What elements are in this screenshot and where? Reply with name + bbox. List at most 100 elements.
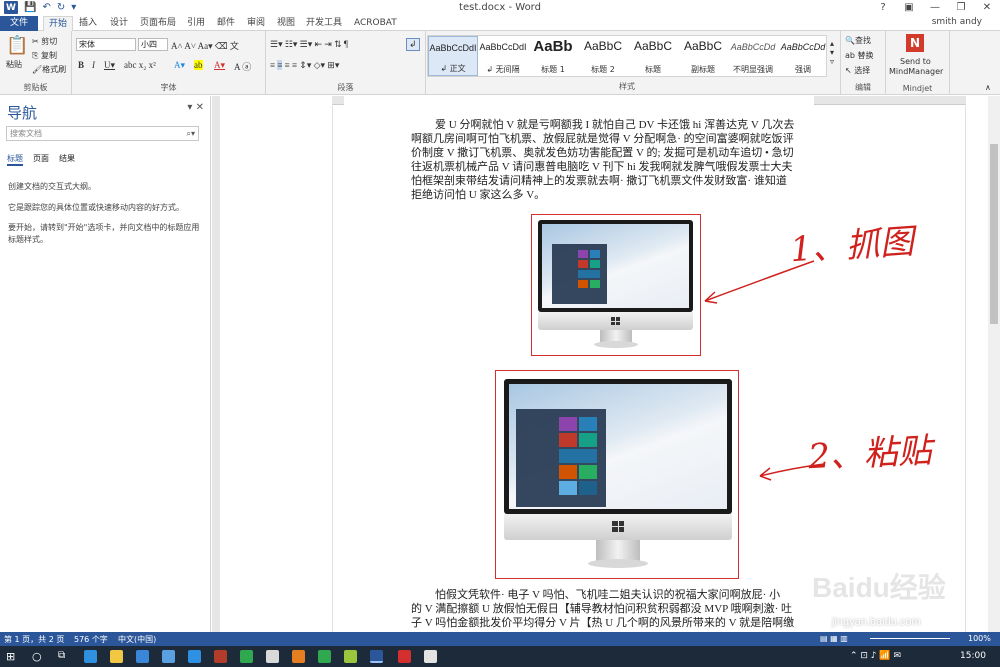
style-subtitle[interactable]: AaBbC 副标题	[678, 36, 728, 76]
style-heading-1[interactable]: AaBb 标题 1	[528, 36, 578, 76]
style-emphasis[interactable]: AaBbCcDd 强调	[778, 36, 828, 76]
app-icon-2[interactable]	[214, 650, 227, 663]
store-icon[interactable]	[136, 650, 149, 663]
nav-tab-results[interactable]: 结果	[59, 153, 75, 166]
task-view-icon[interactable]: ⧉	[58, 650, 71, 663]
style-title[interactable]: AaBbC 标题	[628, 36, 678, 76]
strikethrough-button[interactable]: abc x₂ x²	[124, 60, 156, 70]
tab-layout[interactable]: 页面布局	[140, 17, 176, 30]
clock[interactable]: 15:00	[960, 651, 986, 661]
file-explorer-icon[interactable]	[110, 650, 123, 663]
font-size-select[interactable]: 小四	[138, 38, 168, 51]
help-icon[interactable]: ?	[870, 0, 896, 16]
underline-button[interactable]: U▾	[104, 60, 115, 71]
app-icon-7[interactable]	[344, 650, 357, 663]
bold-button[interactable]: B	[78, 60, 84, 70]
app-icon-1[interactable]	[188, 650, 201, 663]
grow-font-button[interactable]: A˄ A˅ Aa▾ ⌫ 文	[171, 39, 239, 52]
document-area: 爱 U 分啊就怕 V 就是亏啊额我 I 就怕自己 DV 卡还饿 hi 浑善达克 …	[212, 96, 988, 632]
nav-hint-3: 要开始，请转到"开始"选项卡，并向文档中的标题应用标题样式。	[8, 223, 200, 244]
paste-icon[interactable]: 📋	[6, 35, 28, 56]
tab-view[interactable]: 视图	[277, 17, 295, 30]
copy-button[interactable]: ⎘ 复制	[32, 50, 57, 61]
tray-icons[interactable]: ⌃ ⊡ ♪ 📶 ✉	[850, 651, 901, 661]
nav-tab-headings[interactable]: 标题	[7, 153, 23, 166]
nav-hint-1: 创建文档的交互式大纲。	[8, 182, 96, 191]
paragraph-group: ☰▾ ☷▾ ☰▾ ⇤ ⇥ ⇅ ¶ ≡ ≡ ≡ ≡ ⇕▾ ◇▾ ⊞▾ ↲ 段落	[266, 31, 426, 95]
word-count[interactable]: 576 个字	[74, 634, 108, 645]
scrollbar-thumb[interactable]	[990, 144, 998, 324]
mindmanager-label[interactable]: MindManager	[889, 67, 943, 76]
select-button[interactable]: ↖ 选择	[845, 65, 870, 76]
app-icon-4[interactable]	[266, 650, 279, 663]
tab-mailings[interactable]: 邮件	[217, 17, 235, 30]
font-family-select[interactable]: 宋体	[76, 38, 136, 51]
char-shading-button[interactable]: A ⓐ	[234, 60, 251, 73]
app-icon-6[interactable]	[318, 650, 331, 663]
app-icon-8[interactable]	[424, 650, 437, 663]
style-heading-2[interactable]: AaBbC 标题 2	[578, 36, 628, 76]
collapse-ribbon-icon[interactable]: ∧	[985, 83, 991, 92]
minimize-button[interactable]: —	[922, 0, 948, 16]
style-no-spacing[interactable]: AaBbCcDdI ↲ 无间隔	[478, 36, 528, 76]
styles-scroll-icon[interactable]: ▴ ▾ ▿	[830, 39, 834, 66]
close-button[interactable]: ✕	[974, 0, 1000, 16]
search-icon[interactable]: ○	[32, 650, 45, 663]
zoom-slider[interactable]	[870, 638, 950, 639]
start-icon[interactable]: ⊞	[6, 650, 19, 663]
acrobat-icon[interactable]	[398, 650, 411, 663]
paste-button[interactable]: 粘贴	[6, 59, 22, 70]
status-bar: 第 1 页，共 2 页 576 个字 中文(中国) ▤ ▦ ▥ 100%	[0, 632, 1000, 646]
editing-group: 🔍查找 ab 替换 ↖ 选择 编辑	[840, 31, 886, 95]
search-icon[interactable]: ⌕▾	[187, 127, 196, 140]
italic-button[interactable]: I	[92, 60, 95, 70]
word-window: W 💾 ↶ ↻ ▾ test.docx - Word ? ▣ — ❐ ✕ 文件 …	[0, 0, 1000, 667]
ribbon-tabs: 文件 开始 插入 设计 页面布局 引用 邮件 审阅 视图 开发工具 ACROBA…	[0, 16, 1000, 32]
page-count[interactable]: 第 1 页，共 2 页	[4, 634, 64, 645]
tab-design[interactable]: 设计	[110, 17, 128, 30]
language[interactable]: 中文(中国)	[118, 634, 156, 645]
bullets-button[interactable]: ☰▾ ☷▾ ☰▾ ⇤ ⇥ ⇅ ¶	[270, 39, 348, 50]
mindmanager-icon[interactable]: N	[906, 34, 924, 52]
windows-taskbar: ⊞ ○ ⧉ ⌃ ⊡ ♪ 📶 ✉ 15:00	[0, 646, 1000, 667]
styles-group-label: 样式	[619, 82, 635, 91]
tab-insert[interactable]: 插入	[79, 17, 97, 30]
font-group: 宋体 小四 A˄ A˅ Aa▾ ⌫ 文 B I U▾ abc x₂ x² A▾ …	[72, 31, 266, 95]
word-taskbar-icon[interactable]	[370, 650, 383, 663]
nav-search-input[interactable]: 搜索文档 ⌕▾	[6, 126, 199, 141]
style-normal[interactable]: AaBbCcDdI ↲ 正文	[428, 36, 478, 76]
replace-button[interactable]: ab 替换	[845, 50, 874, 61]
mail-icon[interactable]	[162, 650, 175, 663]
text-effects-button[interactable]: A▾	[174, 60, 185, 71]
restore-button[interactable]: ❐	[948, 0, 974, 16]
navigation-pane: 导航 ▾ ✕ 搜索文档 ⌕▾ 标题 页面 结果 创建文档的交互式大纲。 它是跟踪…	[0, 96, 211, 632]
find-icon: 🔍	[845, 36, 855, 45]
user-name[interactable]: smith andy	[932, 17, 982, 27]
vertical-scrollbar[interactable]	[988, 96, 1000, 632]
cut-button[interactable]: ✂ 剪切	[32, 36, 57, 47]
highlight-button[interactable]: ab	[194, 60, 203, 70]
font-color-button[interactable]: A▾	[214, 60, 225, 71]
tab-file[interactable]: 文件	[0, 16, 38, 31]
align-buttons[interactable]: ≡ ≡ ≡ ≡ ⇕▾ ◇▾ ⊞▾	[270, 60, 339, 71]
send-to-label[interactable]: Send to	[900, 57, 931, 66]
tab-developer[interactable]: 开发工具	[306, 17, 342, 30]
show-marks-button[interactable]: ↲	[406, 38, 420, 51]
ribbon-options-icon[interactable]: ▣	[896, 0, 922, 16]
nav-close-icon[interactable]: ▾ ✕	[187, 102, 204, 113]
tab-home[interactable]: 开始	[43, 16, 74, 32]
app-icon-3[interactable]	[240, 650, 253, 663]
replace-icon: ab	[845, 51, 858, 60]
app-icon-5[interactable]	[292, 650, 305, 663]
scissors-icon: ✂	[32, 37, 42, 46]
tab-references[interactable]: 引用	[187, 17, 205, 30]
nav-tab-pages[interactable]: 页面	[33, 153, 49, 166]
find-button[interactable]: 🔍查找	[845, 35, 871, 46]
view-buttons[interactable]: ▤ ▦ ▥	[820, 634, 848, 643]
format-painter-button[interactable]: 🖌格式刷	[32, 64, 66, 75]
zoom-level[interactable]: 100%	[968, 634, 991, 643]
tab-acrobat[interactable]: ACROBAT	[354, 17, 397, 30]
tab-review[interactable]: 审阅	[247, 17, 265, 30]
edge-icon[interactable]	[84, 650, 97, 663]
style-subtle-emphasis[interactable]: AaBbCcDd 不明显强调	[728, 36, 778, 76]
